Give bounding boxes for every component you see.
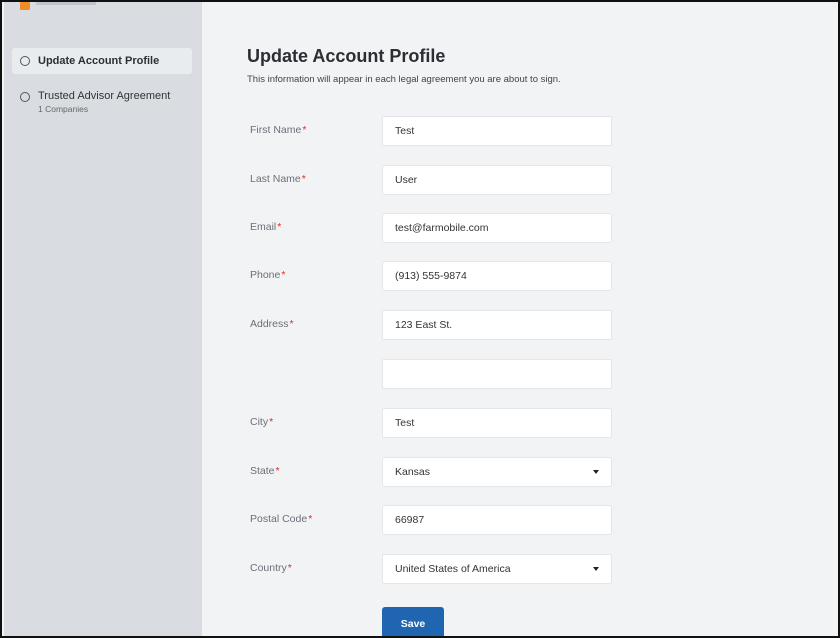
- page-title: Update Account Profile: [247, 46, 446, 66]
- logo: [20, 2, 200, 14]
- radio-circle-icon: [20, 92, 30, 102]
- page-subtitle: This information will appear in each leg…: [247, 74, 561, 85]
- form-row-first-name: First Name* Test: [250, 116, 612, 146]
- logo-mark-icon: [20, 2, 30, 10]
- caret-down-icon: [593, 567, 599, 571]
- field-label: First Name*: [250, 124, 307, 136]
- sidebar: Update Account Profile Trusted Advisor A…: [4, 2, 202, 636]
- sidebar-step-update-account-profile[interactable]: Update Account Profile: [12, 48, 192, 74]
- city-field[interactable]: Test: [382, 408, 612, 438]
- form-row-last-name: Last Name* User: [250, 165, 612, 195]
- step-sublabel: 1 Companies: [38, 104, 89, 114]
- field-label: Postal Code*: [250, 513, 313, 525]
- field-label: Address*: [250, 318, 294, 330]
- field-label: City*: [250, 416, 274, 428]
- logo-wordmark: [36, 2, 96, 5]
- first-name-field[interactable]: Test: [382, 116, 612, 146]
- form-row-state: State* Kansas: [250, 457, 612, 487]
- step-label: Update Account Profile: [38, 55, 160, 67]
- form-row-city: City* Test: [250, 408, 612, 438]
- field-label: State*: [250, 465, 280, 477]
- form-row-country: Country* United States of America: [250, 554, 612, 584]
- field-label: Email*: [250, 221, 282, 233]
- step-label: Trusted Advisor Agreement: [38, 90, 171, 102]
- form-row-address: Address* 123 East St.: [250, 310, 612, 340]
- form-row-address-line2: [250, 359, 612, 389]
- address-line1-field[interactable]: 123 East St.: [382, 310, 612, 340]
- save-button[interactable]: Save: [382, 607, 444, 636]
- app-window: Update Account Profile Trusted Advisor A…: [0, 0, 840, 638]
- state-select[interactable]: Kansas: [382, 457, 612, 487]
- field-label: Last Name*: [250, 173, 306, 185]
- address-line2-field[interactable]: [382, 359, 612, 389]
- last-name-field[interactable]: User: [382, 165, 612, 195]
- sidebar-step-trusted-advisor-agreement[interactable]: Trusted Advisor Agreement 1 Companies: [12, 86, 192, 126]
- radio-circle-icon: [20, 56, 30, 66]
- form-row-postal-code: Postal Code* 66987: [250, 505, 612, 535]
- field-label: Country*: [250, 562, 292, 574]
- field-label: Phone*: [250, 269, 286, 281]
- phone-field[interactable]: (913) 555-9874: [382, 261, 612, 291]
- form-row-email: Email* test@farmobile.com: [250, 213, 612, 243]
- form-row-phone: Phone* (913) 555-9874: [250, 261, 612, 291]
- country-select[interactable]: United States of America: [382, 554, 612, 584]
- main-content: Update Account Profile This information …: [202, 2, 838, 636]
- postal-code-field[interactable]: 66987: [382, 505, 612, 535]
- email-field[interactable]: test@farmobile.com: [382, 213, 612, 243]
- caret-down-icon: [593, 470, 599, 474]
